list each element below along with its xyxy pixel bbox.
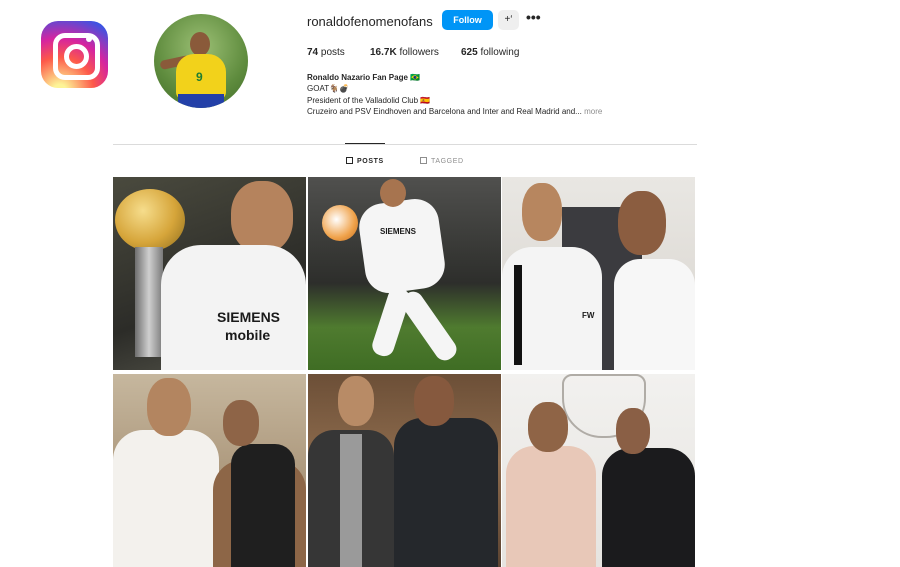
avatar-shirt-number: 9 — [196, 70, 203, 84]
followers-label: followers — [399, 47, 439, 58]
followers-stat[interactable]: 16.7K followers — [370, 47, 439, 58]
add-user-icon: +‘ — [504, 14, 513, 25]
logo-dot — [86, 36, 92, 42]
follow-button[interactable]: Follow — [442, 10, 493, 30]
person-right — [614, 259, 695, 370]
post-thumbnail-3[interactable]: FW — [502, 177, 695, 370]
bio-line-3: Cruzeiro and PSV Eindhoven and Barcelona… — [307, 107, 602, 116]
post-thumbnail-4[interactable] — [113, 374, 306, 567]
shirt-sponsor-text: SIEMENS — [380, 227, 417, 236]
person-left-head — [338, 376, 374, 426]
bio-line-3-text: Cruzeiro and PSV Eindhoven and Barcelona… — [307, 107, 582, 116]
player-shirt — [161, 245, 306, 370]
player-head — [380, 179, 406, 207]
following-stat[interactable]: 625 following — [461, 47, 519, 58]
person-right — [602, 448, 695, 567]
tab-tagged[interactable]: TAGGED — [420, 157, 464, 165]
player-body — [356, 195, 448, 297]
following-count: 625 — [461, 47, 478, 58]
posts-count: 74 — [307, 47, 319, 58]
post-thumbnail-1[interactable]: SIEMENS mobile — [113, 177, 306, 370]
person-right-head — [616, 408, 650, 454]
bio-line-1: GOAT🐐💣 — [307, 84, 349, 93]
tab-posts[interactable]: POSTS — [346, 157, 384, 165]
person-right — [231, 444, 295, 567]
person-left — [506, 446, 596, 567]
tab-tagged-label: TAGGED — [431, 158, 464, 165]
person-right-head — [414, 376, 454, 426]
logo-lens — [64, 44, 89, 69]
post-thumbnail-5[interactable] — [308, 374, 501, 567]
posts-label: posts — [320, 47, 345, 58]
more-options-icon[interactable]: ••• — [526, 9, 541, 25]
person-left-head — [522, 183, 562, 241]
person-left-head — [528, 402, 568, 452]
following-label: following — [480, 47, 520, 58]
post-thumbnail-2[interactable]: SIEMENS — [308, 177, 501, 370]
posts-stat[interactable]: 74 posts — [307, 47, 345, 58]
player-face — [231, 181, 293, 253]
profile-avatar[interactable]: 9 — [154, 14, 248, 108]
post-thumbnail-6[interactable] — [502, 374, 695, 567]
followers-count: 16.7K — [370, 47, 397, 58]
avatar-shorts — [178, 94, 224, 108]
tab-posts-label: POSTS — [357, 158, 384, 165]
trophy-stem — [135, 247, 163, 357]
grid-icon — [346, 157, 353, 164]
person-right-head — [223, 400, 259, 446]
jacket-stripe — [514, 265, 522, 365]
football-image — [322, 205, 358, 241]
tag-icon — [420, 157, 427, 164]
profile-username: ronaldofenomenofans — [307, 14, 433, 29]
bio-more-link[interactable]: more — [584, 107, 602, 116]
shirt-sponsor-text: SIEMENS — [217, 309, 281, 325]
active-tab-indicator — [345, 143, 385, 144]
add-user-button[interactable]: +‘ — [498, 10, 519, 30]
person-right — [394, 418, 498, 567]
person-left-shirt — [340, 434, 362, 567]
person-left-head — [147, 378, 191, 436]
player-leg — [397, 287, 461, 365]
jacket-text: FW — [582, 311, 595, 320]
person-right-head — [618, 191, 666, 255]
person-left — [113, 430, 219, 567]
instagram-logo-icon[interactable] — [41, 21, 108, 88]
bio-line-2: President of the Valladolid Club 🇪🇸 — [307, 96, 431, 105]
bio-name: Ronaldo Nazario Fan Page 🇧🇷 — [307, 73, 421, 82]
avatar-head — [190, 32, 210, 56]
trophy-image — [115, 189, 185, 251]
shirt-sponsor-text-2: mobile — [225, 327, 271, 343]
tabs-divider — [113, 144, 697, 145]
